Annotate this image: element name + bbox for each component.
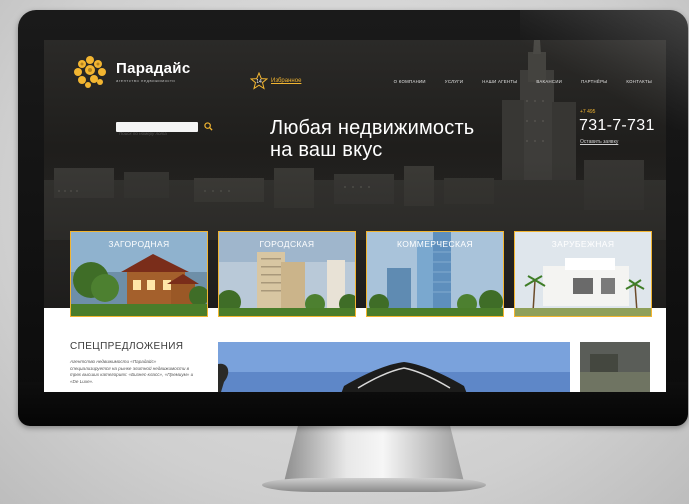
favorites-count: 14 bbox=[256, 79, 262, 85]
phone-prefix: +7 495 bbox=[580, 109, 596, 115]
favorites-link[interactable]: 14 Избранное bbox=[249, 71, 302, 90]
main-nav: О КОМПАНИИ УСЛУГИ НАШИ АГЕНТЫ ВАКАНСИИ П… bbox=[394, 79, 652, 84]
website-screen: Парадайс агентство недвижимости 14 Избра… bbox=[44, 40, 666, 392]
category-card-city[interactable]: ГОРОДСКАЯ bbox=[218, 231, 356, 317]
phone-number: 731-7-731 bbox=[579, 117, 655, 134]
nav-item-partners[interactable]: ПАРТНЁРЫ bbox=[581, 79, 607, 84]
site-logo[interactable]: Парадайс агентство недвижимости bbox=[70, 52, 190, 92]
monitor-stand bbox=[284, 424, 464, 482]
lot-search-box bbox=[116, 122, 198, 139]
logo-emblem-icon bbox=[74, 56, 106, 88]
brand-name: Парадайс bbox=[116, 60, 191, 77]
callback-link[interactable]: Оставить заявку bbox=[580, 139, 618, 145]
monitor-base bbox=[262, 478, 486, 492]
category-card-commercial[interactable]: КОММЕРЧЕСКАЯ bbox=[366, 231, 504, 317]
category-card-country[interactable]: ЗАГОРОДНАЯ bbox=[70, 231, 208, 317]
category-label-commercial: КОММЕРЧЕСКАЯ bbox=[397, 239, 473, 249]
lot-search-input[interactable] bbox=[116, 128, 194, 139]
tagline-line-1: Любая недвижимость bbox=[270, 117, 475, 139]
category-label-abroad: ЗАРУБЕЖНАЯ bbox=[551, 239, 615, 249]
tagline-line-2: на ваш вкус bbox=[270, 139, 383, 161]
featured-property-image[interactable] bbox=[218, 342, 570, 392]
brand-subtitle: агентство недвижимости bbox=[116, 78, 176, 83]
hero-tagline: Любая недвижимость на ваш вкус bbox=[270, 117, 474, 161]
search-icon[interactable] bbox=[204, 122, 213, 131]
category-label-country: ЗАГОРОДНАЯ bbox=[108, 239, 170, 249]
nav-item-contacts[interactable]: КОНТАКТЫ bbox=[626, 79, 652, 84]
category-label-city: ГОРОДСКАЯ bbox=[259, 239, 315, 249]
special-offers-title: СПЕЦПРЕДЛОЖЕНИЯ bbox=[70, 341, 184, 352]
category-card-abroad[interactable]: ЗАРУБЕЖНАЯ bbox=[514, 231, 652, 317]
favorites-label: Избранное bbox=[271, 78, 302, 84]
nav-item-vacancies[interactable]: ВАКАНСИИ bbox=[536, 79, 562, 84]
nav-item-about[interactable]: О КОМПАНИИ bbox=[394, 79, 426, 84]
nav-item-agents[interactable]: НАШИ АГЕНТЫ bbox=[482, 79, 517, 84]
offer-thumbnail-image[interactable] bbox=[580, 342, 650, 392]
special-offers-text: Агентство недвижимости «Парадайс» специа… bbox=[70, 359, 194, 384]
nav-item-services[interactable]: УСЛУГИ bbox=[445, 79, 463, 84]
